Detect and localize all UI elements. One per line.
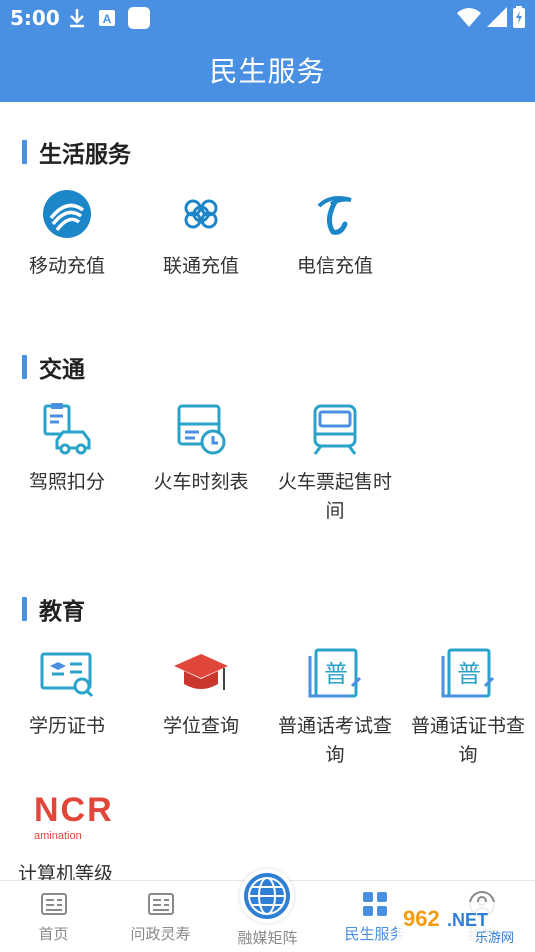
ncre-logo-icon: NCR amination <box>34 790 124 850</box>
tab-label: 首页 <box>38 925 69 943</box>
svg-text:普: 普 <box>457 660 481 688</box>
grid-item-label: 普通话考试查询 <box>277 715 392 766</box>
grid-item-label: 普通话证书查询 <box>410 715 525 766</box>
news-icon <box>39 889 69 919</box>
grid-item-computer-level[interactable]: NCR amination 计算机等级 <box>0 790 120 880</box>
download-icon <box>70 9 84 28</box>
wifi-icon <box>457 8 481 27</box>
grid-item-license-points[interactable]: 驾照扣分 <box>0 400 134 497</box>
grid-item-mandarin-certificate[interactable]: 普 普通话证书查询 <box>401 644 535 770</box>
ncre-logo-text: NCR <box>34 791 114 829</box>
mandarin-certificate-icon: 普 <box>438 644 498 704</box>
grid-item-degree-query[interactable]: 学位查询 <box>134 644 268 741</box>
status-time: 5:00 <box>10 6 60 30</box>
grid-item-telecom-recharge[interactable]: 电信充值 <box>268 184 402 281</box>
section-title-life: 生活服务 <box>22 137 131 168</box>
section-label: 交通 <box>39 357 85 383</box>
ncre-logo-subtext: amination <box>34 830 82 842</box>
china-mobile-icon <box>37 184 97 244</box>
page-title: 民生服务 <box>209 55 326 88</box>
grid-item-label: 学位查询 <box>162 715 239 737</box>
section-accent-bar <box>22 597 27 621</box>
section-accent-bar <box>22 140 27 164</box>
svg-text:A: A <box>103 12 112 26</box>
svg-text:普: 普 <box>324 660 348 688</box>
grid-item-unicom-recharge[interactable]: 联通充值 <box>134 184 268 281</box>
grid-item-mobile-recharge[interactable]: 移动充值 <box>0 184 134 281</box>
section-label: 教育 <box>39 599 85 625</box>
status-bar: 5:00 A <box>0 0 535 36</box>
grid-item-label: 联通充值 <box>162 255 239 277</box>
app-square-icon <box>128 7 150 29</box>
driver-license-icon <box>37 400 97 460</box>
train-schedule-icon <box>171 400 231 460</box>
app-bar: 民生服务 <box>0 36 535 102</box>
tab-wenzheng[interactable]: 问政灵寿 <box>107 881 214 952</box>
service-list[interactable]: 生活服务 移动充值 联通充值 电信充值 交通 驾照扣分 火车时刻表 火车票起售时… <box>0 102 535 880</box>
grid-item-label: 驾照扣分 <box>28 471 105 493</box>
grid-item-label: 火车票起售时间 <box>277 471 392 522</box>
battery-icon <box>513 6 525 28</box>
section-title-transport: 交通 <box>22 352 85 383</box>
section-label: 生活服务 <box>39 142 131 168</box>
train-icon <box>305 400 365 460</box>
china-unicom-icon <box>171 184 231 244</box>
grid-icon <box>360 889 390 919</box>
svg-text:962: 962 <box>403 906 440 931</box>
signal-icon <box>487 7 507 27</box>
grid-item-label: 学历证书 <box>28 715 105 737</box>
keyboard-a-icon: A <box>99 10 115 26</box>
tab-label: 问政灵寿 <box>130 925 191 943</box>
grid-item-label: 电信充值 <box>296 255 373 277</box>
watermark-logo: 962 .NET 乐游网 <box>397 900 527 946</box>
tab-label: 融媒矩阵 <box>237 929 298 947</box>
certificate-icon <box>37 644 97 704</box>
grid-item-train-schedule[interactable]: 火车时刻表 <box>134 400 268 497</box>
grid-item-label: 计算机等级 <box>18 863 114 880</box>
svg-text:乐游网: 乐游网 <box>475 931 514 946</box>
graduation-cap-icon <box>171 644 231 704</box>
tab-home[interactable]: 首页 <box>0 881 107 952</box>
globe-icon <box>240 869 294 923</box>
tab-media-matrix[interactable]: 融媒矩阵 <box>214 869 321 952</box>
grid-item-label: 火车时刻表 <box>153 471 249 493</box>
grid-item-mandarin-exam[interactable]: 普 普通话考试查询 <box>268 644 402 770</box>
china-telecom-icon <box>305 184 365 244</box>
svg-text:.NET: .NET <box>447 910 488 930</box>
mandarin-exam-icon: 普 <box>305 644 365 704</box>
section-accent-bar <box>22 355 27 379</box>
grid-item-ticket-sale-time[interactable]: 火车票起售时间 <box>268 400 402 526</box>
grid-item-diploma[interactable]: 学历证书 <box>0 644 134 741</box>
news-icon <box>146 889 176 919</box>
section-title-education: 教育 <box>22 594 85 625</box>
grid-item-label: 移动充值 <box>28 255 105 277</box>
